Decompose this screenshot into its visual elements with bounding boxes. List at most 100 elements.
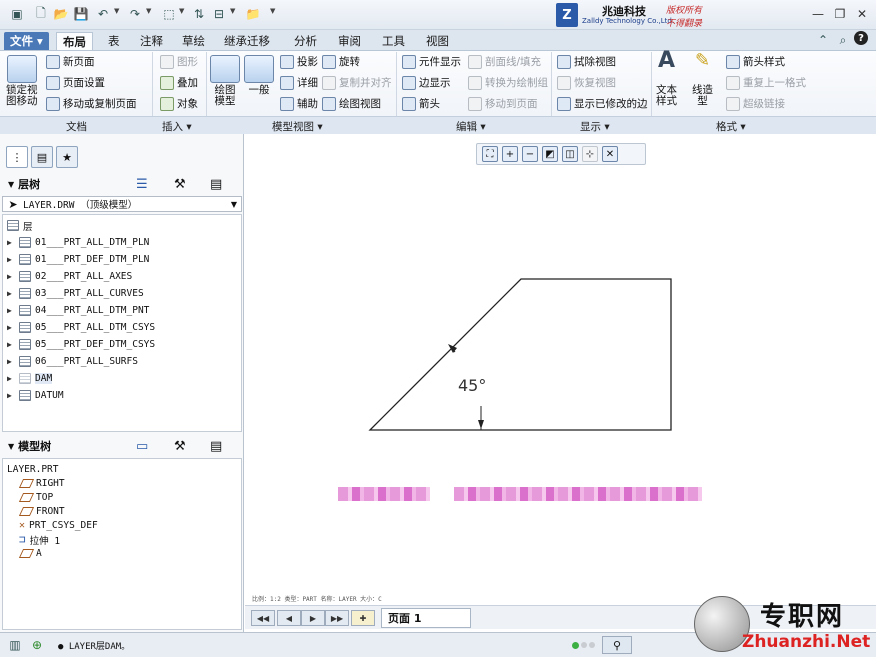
layer-tree-item[interactable]: ▶ 05___PRT_DEF_DTM_CSYS: [7, 336, 155, 353]
group-insert[interactable]: 插入 ▾: [162, 119, 192, 134]
group-format[interactable]: 格式 ▾: [716, 119, 746, 134]
group-edit[interactable]: 编辑 ▾: [456, 119, 486, 134]
folder-browser-tab-icon[interactable]: ▤: [31, 146, 53, 168]
collapse-model-tree-icon[interactable]: ▼: [8, 442, 14, 451]
layer-tree-item[interactable]: ▶ 06___PRT_ALL_SURFS: [7, 353, 138, 370]
windows-icon[interactable]: ⊟: [210, 5, 228, 23]
auxiliary-button[interactable]: 辅助: [280, 96, 318, 111]
select-arrow-icon[interactable]: ➤: [3, 198, 23, 211]
expand-icon[interactable]: ▶: [7, 255, 15, 264]
lock-view-movement-button[interactable]: 锁定视 图移动: [6, 55, 38, 107]
projection-button[interactable]: 投影: [280, 54, 318, 69]
expand-icon[interactable]: ▶: [7, 272, 15, 281]
select-dropdown-icon[interactable]: ▼: [179, 7, 184, 15]
collapse-ribbon-icon[interactable]: ⌃: [814, 31, 832, 49]
convert-draft-group-button[interactable]: 转换为绘制组: [468, 75, 548, 90]
expand-icon[interactable]: ▶: [7, 289, 15, 298]
tree-show-icon[interactable]: ▤: [210, 177, 222, 192]
layer-model-selector[interactable]: ➤ LAYER.DRW （顶级模型） ▼: [2, 196, 242, 212]
select-box-icon[interactable]: ⬚: [160, 5, 178, 23]
move-copy-page-button[interactable]: 移动或复制页面: [46, 96, 137, 111]
tab-legacy-migration[interactable]: 继承迁移: [218, 32, 276, 50]
line-style-button[interactable]: ✎ 线造 型: [692, 52, 713, 107]
layer-tree-root[interactable]: 层: [7, 217, 33, 234]
close-button[interactable]: ✕: [854, 6, 870, 22]
part-outline[interactable]: [368, 278, 672, 431]
graphic-button[interactable]: 图形: [160, 54, 198, 69]
drawing-view-button[interactable]: 绘图视图: [322, 96, 381, 111]
tab-review[interactable]: 审阅: [332, 32, 367, 50]
last-page-button[interactable]: ▶▶: [325, 610, 349, 626]
move-to-page-button[interactable]: 移动到页面: [468, 96, 538, 111]
group-display[interactable]: 显示 ▾: [580, 119, 610, 134]
redo-dropdown-icon[interactable]: ▼: [146, 7, 151, 15]
arrow-button[interactable]: 箭头: [402, 96, 440, 111]
redo-icon[interactable]: ↷: [126, 5, 144, 23]
prev-page-button[interactable]: ◀: [277, 610, 301, 626]
collapse-layer-tree-icon[interactable]: ▼: [8, 180, 14, 189]
tab-layout[interactable]: 布局: [56, 32, 93, 50]
component-display-button[interactable]: 元件显示: [402, 54, 461, 69]
tab-analysis[interactable]: 分析: [288, 32, 323, 50]
windows-dropdown-icon[interactable]: ▼: [230, 7, 235, 15]
layer-settings-icon[interactable]: ☰: [136, 177, 148, 192]
expand-icon[interactable]: ▶: [7, 391, 15, 400]
drawing-model-button[interactable]: 绘图 模型: [210, 55, 240, 107]
minimize-button[interactable]: —: [810, 6, 826, 22]
search-icon[interactable]: ⌕: [834, 31, 852, 49]
next-page-button[interactable]: ▶: [301, 610, 325, 626]
general-view-button[interactable]: 一般: [244, 55, 274, 96]
erase-view-button[interactable]: 拭除视图: [557, 54, 616, 69]
model-settings-icon[interactable]: ▭: [136, 439, 148, 454]
new-page-button[interactable]: 新页面: [46, 54, 95, 69]
layer-tree-item[interactable]: ▶ 04___PRT_ALL_DTM_PNT: [7, 302, 149, 319]
new-icon[interactable]: 🗋: [32, 5, 50, 23]
layer-tree-item[interactable]: ▶ 02___PRT_ALL_AXES: [7, 268, 132, 285]
repeat-last-format-button[interactable]: 重复上一格式: [726, 75, 806, 90]
app-icon[interactable]: ▣: [8, 5, 26, 23]
help-icon[interactable]: ?: [854, 31, 868, 45]
model-show-icon[interactable]: ▤: [210, 439, 222, 454]
restore-button[interactable]: ❐: [832, 6, 848, 22]
restore-view-button[interactable]: 恢复视图: [557, 75, 616, 90]
expand-icon[interactable]: ▶: [7, 323, 15, 332]
tab-view[interactable]: 视图: [420, 32, 455, 50]
expand-icon[interactable]: ▶: [7, 374, 15, 383]
model-tools-icon[interactable]: ⚒: [174, 439, 186, 454]
show-modified-edges-button[interactable]: 显示已修改的边: [557, 96, 648, 111]
tab-file[interactable]: 文件 ▾: [4, 32, 49, 50]
close-window-icon[interactable]: 📁: [244, 5, 262, 23]
tree-tools-icon[interactable]: ⚒: [174, 177, 186, 192]
model-tree-tab-icon[interactable]: ⋮: [6, 146, 28, 168]
toggle-browser-icon[interactable]: ⊕: [28, 636, 46, 654]
model-tree-item[interactable]: A: [18, 545, 42, 562]
hatch-fill-button[interactable]: 剖面线/填充: [468, 54, 541, 69]
tab-table[interactable]: 表: [102, 32, 126, 50]
open-icon[interactable]: 📂: [52, 5, 70, 23]
tab-annotate[interactable]: 注释: [134, 32, 169, 50]
rotate-button[interactable]: 旋转: [322, 54, 360, 69]
toggle-navigator-icon[interactable]: ▥: [6, 636, 24, 654]
layer-tree-item[interactable]: ▶ DATUM: [7, 387, 64, 404]
angle-dimension-label[interactable]: 45°: [458, 376, 486, 395]
save-icon[interactable]: 💾: [72, 5, 90, 23]
hyperlink-button[interactable]: 超级链接: [726, 96, 785, 111]
regenerate-icon[interactable]: ⇅: [190, 5, 208, 23]
first-page-button[interactable]: ◀◀: [251, 610, 275, 626]
expand-icon[interactable]: ▶: [7, 238, 15, 247]
copy-align-button[interactable]: 复制并对齐: [322, 75, 392, 90]
undo-dropdown-icon[interactable]: ▼: [114, 7, 119, 15]
edge-display-button[interactable]: 边显示: [402, 75, 451, 90]
expand-icon[interactable]: ▶: [7, 340, 15, 349]
layer-tree-item[interactable]: ▶ 03___PRT_ALL_CURVES: [7, 285, 144, 302]
layer-tree-item[interactable]: ▶ 01___PRT_DEF_DTM_PLN: [7, 251, 149, 268]
layer-tree-item[interactable]: ▶ 05___PRT_ALL_DTM_CSYS: [7, 319, 155, 336]
group-model-view[interactable]: 模型视图 ▾: [272, 119, 323, 134]
favorites-tab-icon[interactable]: ★: [56, 146, 78, 168]
group-document[interactable]: 文档: [66, 119, 87, 134]
page-tab[interactable]: 页面 1: [381, 608, 471, 628]
arrow-style-button[interactable]: 箭头样式: [726, 54, 785, 69]
chevron-down-icon[interactable]: ▼: [231, 200, 237, 209]
object-button[interactable]: 对象: [160, 96, 198, 111]
tab-sketch[interactable]: 草绘: [176, 32, 211, 50]
